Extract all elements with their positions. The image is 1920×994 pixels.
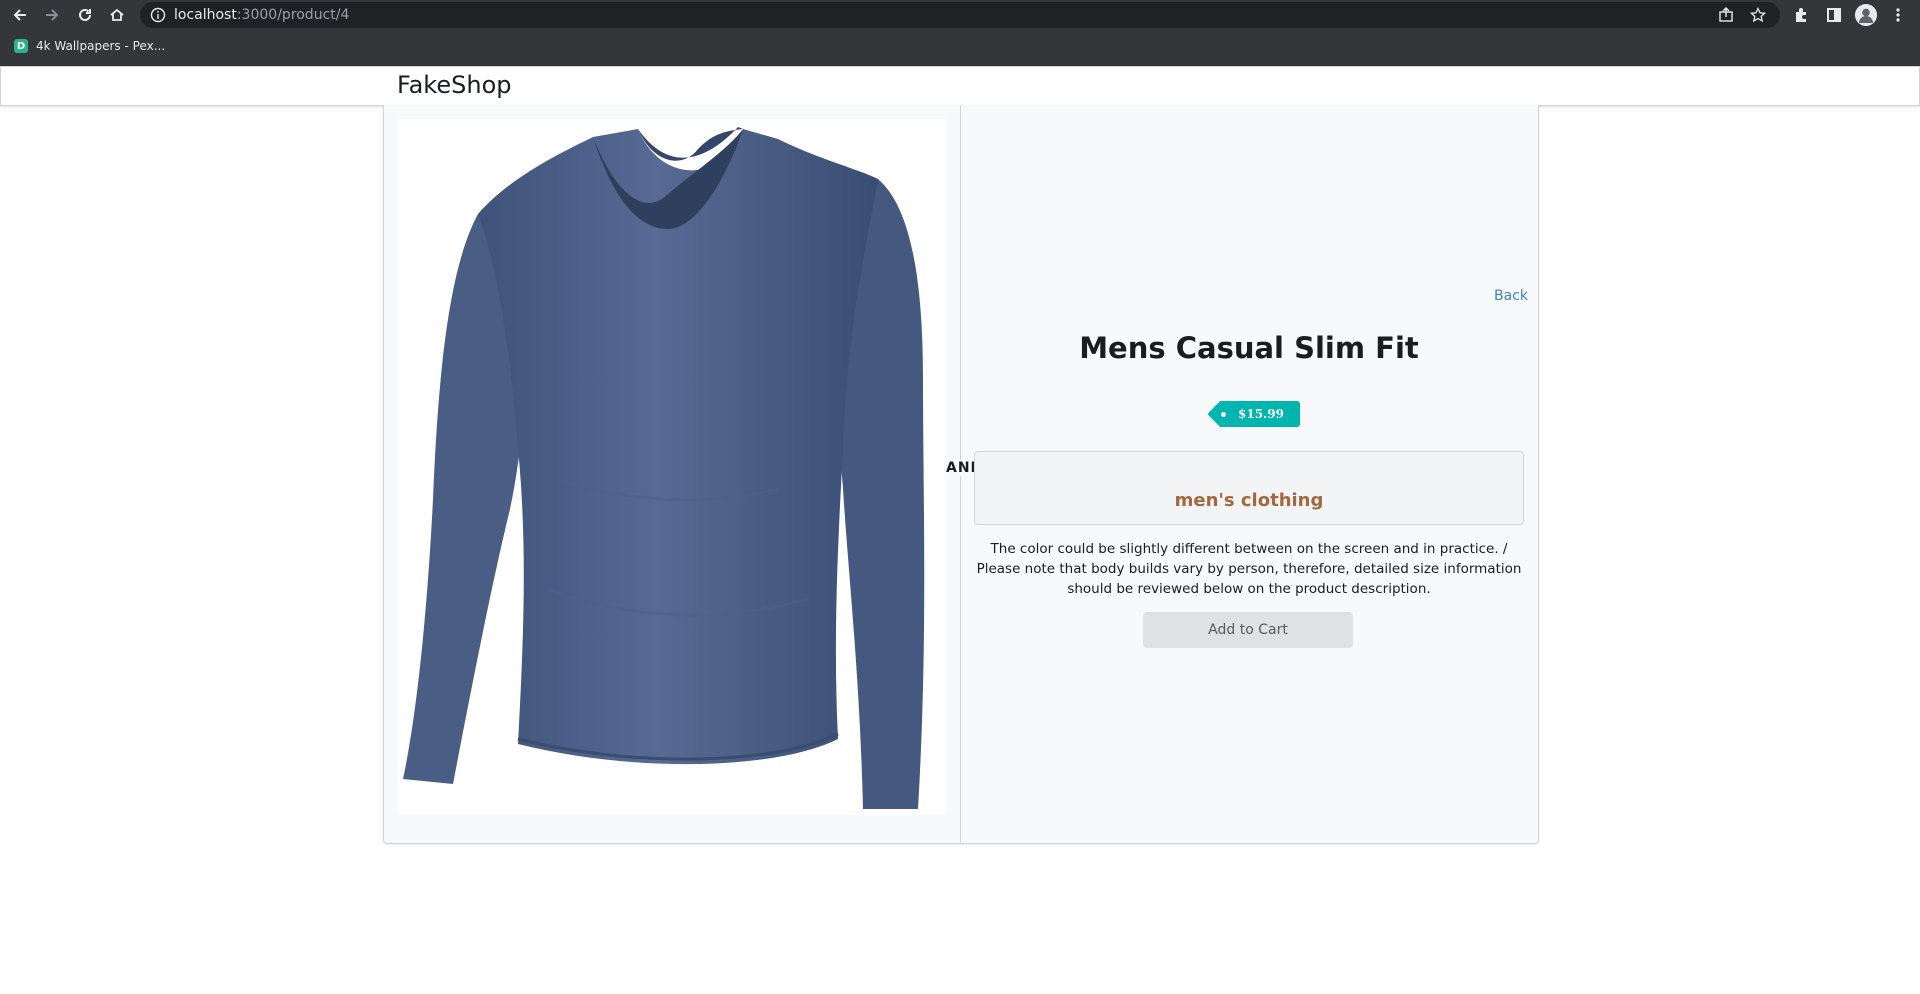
product-card: AND Back Mens Casual Slim Fit $15.99 men… bbox=[383, 105, 1539, 844]
brand-logo[interactable]: FakeShop bbox=[397, 71, 511, 99]
profile-icon[interactable] bbox=[1855, 4, 1877, 26]
menu-dots-icon[interactable] bbox=[1887, 4, 1909, 26]
url-text: localhost:3000/product/4 bbox=[174, 7, 350, 23]
star-icon[interactable] bbox=[1749, 6, 1767, 28]
price-text: $15.99 bbox=[1238, 407, 1284, 421]
category-text: men's clothing bbox=[1174, 490, 1324, 511]
back-arrow-icon[interactable] bbox=[8, 3, 32, 27]
reload-icon[interactable] bbox=[73, 3, 97, 27]
browser-toolbar: localhost:3000/product/4 bbox=[0, 0, 1920, 30]
tag-hole-icon bbox=[1221, 412, 1226, 417]
sidebar-icon[interactable] bbox=[1823, 4, 1845, 26]
shirt-illustration bbox=[403, 127, 925, 809]
product-title: Mens Casual Slim Fit bbox=[1079, 331, 1419, 365]
product-description: The color could be slightly different be… bbox=[976, 541, 1522, 597]
bookmark-label: 4k Wallpapers - Pex... bbox=[36, 39, 166, 53]
info-icon[interactable] bbox=[150, 7, 166, 28]
bookmark-item[interactable]: D 4k Wallpapers - Pex... bbox=[14, 39, 165, 53]
price-tag: $15.99 bbox=[1220, 401, 1300, 427]
product-image bbox=[398, 119, 946, 815]
app-header: FakeShop bbox=[0, 66, 1920, 106]
bookmark-favicon-icon: D bbox=[14, 39, 28, 53]
back-link[interactable]: Back bbox=[1494, 288, 1528, 304]
forward-arrow-icon[interactable] bbox=[40, 3, 64, 27]
share-icon[interactable] bbox=[1718, 7, 1734, 28]
home-icon[interactable] bbox=[105, 3, 129, 27]
address-bar[interactable]: localhost:3000/product/4 bbox=[140, 2, 1780, 28]
extensions-icon[interactable] bbox=[1790, 4, 1812, 26]
bookmarks-bar: D 4k Wallpapers - Pex... bbox=[0, 30, 1920, 67]
category-box: men's clothing bbox=[974, 451, 1524, 525]
add-to-cart-button[interactable]: Add to Cart bbox=[1143, 612, 1353, 648]
